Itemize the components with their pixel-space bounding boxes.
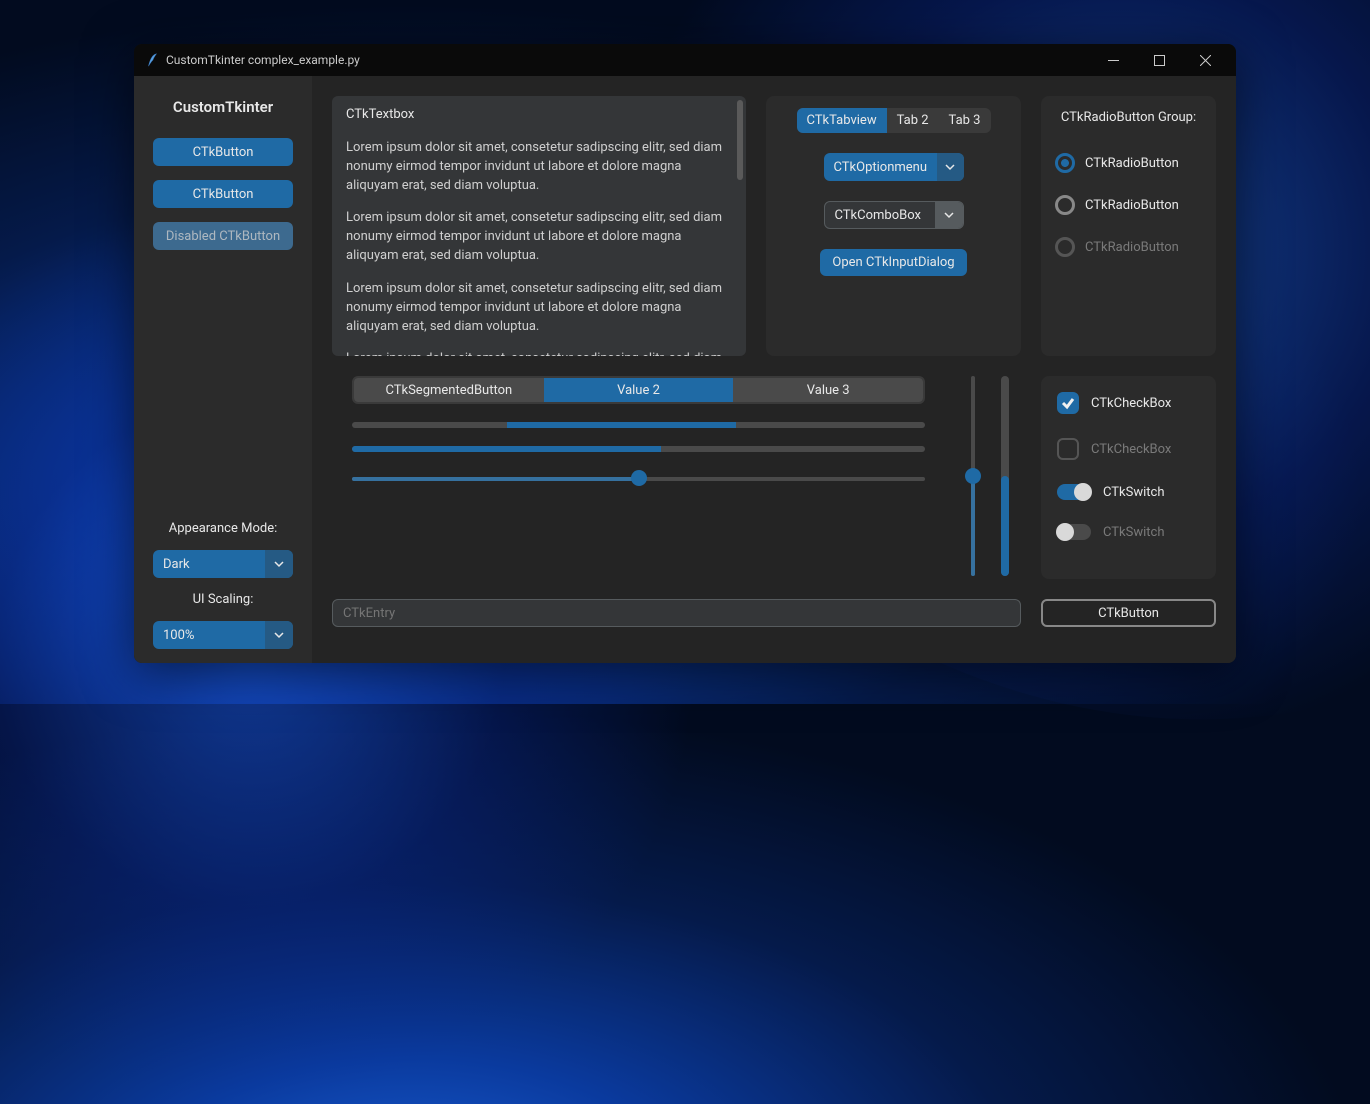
textbox-paragraph: Lorem ipsum dolor sit amet, consetetur s…: [346, 139, 732, 196]
textbox-paragraph: Lorem ipsum dolor sit amet, consetetur s…: [346, 350, 732, 356]
window-title: CustomTkinter complex_example.py: [166, 53, 1090, 67]
chevron-down-icon: [935, 202, 963, 228]
radio-group: CTkRadioButton Group: CTkRadioButton CTk…: [1041, 96, 1216, 356]
checkbox-1[interactable]: CTkCheckBox: [1057, 392, 1200, 414]
entry-input[interactable]: [332, 599, 1021, 627]
sidebar-title: CustomTkinter: [173, 98, 273, 116]
combobox-value: CTkComboBox: [825, 208, 935, 223]
horizontal-slider[interactable]: [352, 470, 925, 486]
switch-label: CTkSwitch: [1103, 525, 1165, 540]
tab-2[interactable]: Tab 2: [887, 108, 939, 133]
open-input-dialog-button[interactable]: Open CTkInputDialog: [820, 249, 966, 276]
progressbar: [352, 446, 925, 452]
textbox[interactable]: CTkTextbox Lorem ipsum dolor sit amet, c…: [332, 96, 746, 356]
app-icon: [146, 53, 158, 67]
tabview-tabs: CTkTabview Tab 2 Tab 3: [797, 108, 991, 133]
titlebar: CustomTkinter complex_example.py: [134, 44, 1236, 76]
appearance-mode-label: Appearance Mode:: [169, 521, 278, 536]
radio-1[interactable]: CTkRadioButton: [1055, 153, 1202, 173]
radio-label: CTkRadioButton: [1085, 198, 1179, 213]
chevron-down-icon: [937, 153, 963, 181]
radio-3-disabled: CTkRadioButton: [1055, 237, 1202, 257]
option-menu[interactable]: CTkOptionmenu: [824, 153, 964, 181]
switch-label: CTkSwitch: [1103, 485, 1165, 500]
progressbar-indeterminate: [352, 422, 925, 428]
segment-1[interactable]: CTkSegmentedButton: [354, 378, 544, 402]
close-button[interactable]: [1182, 44, 1228, 76]
checkbox-2-disabled: CTkCheckBox: [1057, 438, 1200, 460]
sidebar-button-2[interactable]: CTkButton: [153, 180, 293, 208]
switch-1[interactable]: CTkSwitch: [1057, 484, 1200, 500]
sidebar-button-disabled: Disabled CTkButton: [153, 222, 293, 250]
appearance-mode-select[interactable]: Dark: [153, 550, 293, 578]
radio-label: CTkRadioButton: [1085, 156, 1179, 171]
ui-scaling-value: 100%: [153, 628, 265, 643]
switch-toggle: [1057, 524, 1091, 540]
sidebar-button-1[interactable]: CTkButton: [153, 138, 293, 166]
appearance-mode-value: Dark: [153, 557, 265, 572]
tab-3[interactable]: Tab 3: [939, 108, 991, 133]
vertical-slider[interactable]: [965, 376, 981, 576]
scrollbar-thumb[interactable]: [737, 100, 743, 180]
combobox[interactable]: CTkComboBox: [824, 201, 964, 229]
chevron-down-icon: [265, 550, 293, 578]
radio-2[interactable]: CTkRadioButton: [1055, 195, 1202, 215]
vertical-progressbar: [1001, 376, 1009, 576]
segment-3[interactable]: Value 3: [733, 378, 923, 402]
chevron-down-icon: [265, 621, 293, 649]
textbox-paragraph: Lorem ipsum dolor sit amet, consetetur s…: [346, 280, 732, 337]
switch-toggle: [1057, 484, 1091, 500]
sidebar: CustomTkinter CTkButton CTkButton Disabl…: [134, 76, 312, 663]
tabview: CTkTabview Tab 2 Tab 3 CTkOptionmenu CTk…: [766, 96, 1021, 356]
app-window: CustomTkinter complex_example.py CustomT…: [134, 44, 1236, 663]
ui-scaling-select[interactable]: 100%: [153, 621, 293, 649]
textbox-paragraph: Lorem ipsum dolor sit amet, consetetur s…: [346, 209, 732, 266]
checkbox-icon: [1057, 438, 1079, 460]
radio-label: CTkRadioButton: [1085, 240, 1179, 255]
minimize-button[interactable]: [1090, 44, 1136, 76]
option-menu-value: CTkOptionmenu: [824, 160, 938, 175]
switch-2-disabled: CTkSwitch: [1057, 524, 1200, 540]
bottom-button[interactable]: CTkButton: [1041, 599, 1216, 627]
segmented-button: CTkSegmentedButton Value 2 Value 3: [352, 376, 925, 404]
checkbox-icon: [1057, 392, 1079, 414]
radio-group-title: CTkRadioButton Group:: [1055, 110, 1202, 125]
maximize-button[interactable]: [1136, 44, 1182, 76]
tab-1[interactable]: CTkTabview: [797, 108, 887, 133]
check-switch-panel: CTkCheckBox CTkCheckBox CTkSwitch CTkSwi…: [1041, 376, 1216, 579]
radio-icon: [1055, 153, 1075, 173]
radio-icon: [1055, 195, 1075, 215]
radio-icon: [1055, 237, 1075, 257]
segment-2[interactable]: Value 2: [544, 378, 734, 402]
ui-scaling-label: UI Scaling:: [193, 592, 254, 607]
checkbox-label: CTkCheckBox: [1091, 442, 1171, 457]
slider-thumb[interactable]: [965, 468, 981, 484]
slider-thumb[interactable]: [631, 470, 647, 486]
textbox-heading: CTkTextbox: [346, 106, 732, 125]
checkbox-label: CTkCheckBox: [1091, 396, 1171, 411]
